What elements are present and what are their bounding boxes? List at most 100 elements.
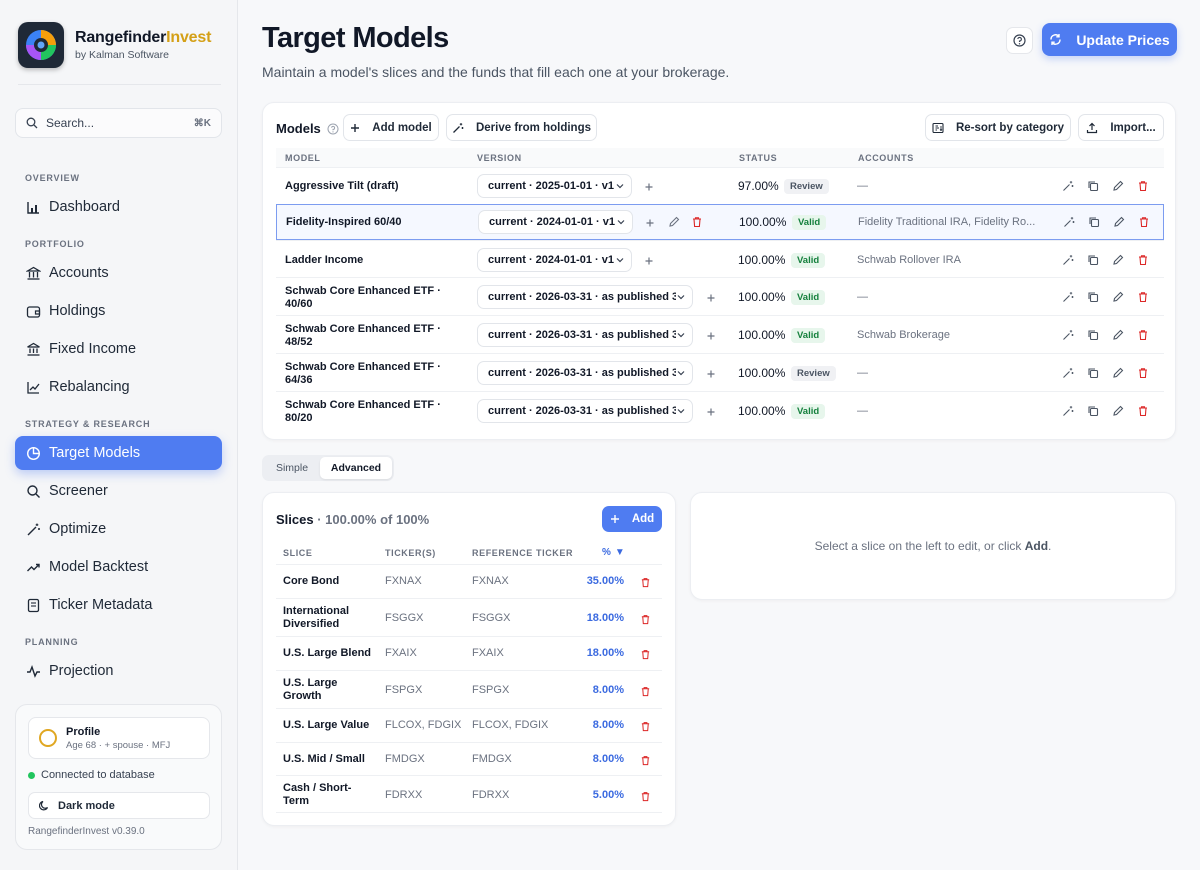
edit-icon[interactable] (1112, 367, 1124, 379)
dark-mode-button[interactable]: Dark mode (28, 792, 210, 819)
brand[interactable]: RangefinderInvest by Kalman Software (18, 22, 211, 68)
optimize-icon[interactable] (1062, 254, 1074, 266)
slice-reference: FXAIX (472, 647, 504, 659)
copy-icon[interactable] (1087, 329, 1099, 341)
sidebar-item-model-backtest[interactable]: Model Backtest (15, 550, 222, 584)
optimize-icon[interactable] (1062, 180, 1074, 192)
edit-icon[interactable] (1112, 405, 1124, 417)
help-button[interactable] (1006, 27, 1033, 54)
copy-icon[interactable] (1087, 367, 1099, 379)
slice-name: U.S. Large Growth (283, 677, 338, 702)
add-model-button[interactable]: Add model (343, 114, 439, 141)
add-version-icon[interactable] (705, 406, 717, 418)
model-row[interactable]: Schwab Core Enhanced ETF · 40/60 current… (276, 277, 1164, 315)
slice-row[interactable]: U.S. Mid / Small FMDGX FMDGX 8.00% (276, 742, 662, 775)
delete-icon[interactable] (640, 647, 651, 665)
delete-icon[interactable] (640, 684, 651, 702)
sidebar-item-optimize[interactable]: Optimize (15, 512, 222, 546)
help-icon (1013, 34, 1026, 47)
profile-button[interactable]: Profile Age 68 · + spouse · MFJ (28, 717, 210, 759)
sidebar-item-dashboard[interactable]: Dashboard (15, 190, 222, 224)
add-version-icon[interactable] (644, 217, 656, 229)
edit-icon[interactable] (1112, 329, 1124, 341)
copy-icon[interactable] (1087, 291, 1099, 303)
app-version: RangefinderInvest v0.39.0 (28, 826, 145, 837)
sidebar-item-holdings[interactable]: Holdings (15, 294, 222, 328)
delete-icon[interactable] (640, 719, 651, 737)
update-prices-button[interactable]: Update Prices (1042, 23, 1177, 56)
sidebar-item-label: Holdings (49, 303, 106, 319)
version-select[interactable]: current · 2026-03-31 · as published 3 (477, 285, 693, 309)
copy-icon[interactable] (1087, 180, 1099, 192)
model-row[interactable]: Ladder Income current · 2024-01-01 · v1 … (276, 240, 1164, 277)
add-version-icon[interactable] (705, 368, 717, 380)
derive-from-holdings-button[interactable]: Derive from holdings (446, 114, 597, 141)
optimize-icon[interactable] (1062, 291, 1074, 303)
search-input[interactable]: Search... ⌘K (15, 108, 222, 138)
delete-icon[interactable] (1137, 254, 1149, 266)
edit-version-icon[interactable] (668, 216, 680, 228)
sidebar-item-accounts[interactable]: Accounts (15, 256, 222, 290)
sidebar-item-label: Fixed Income (49, 341, 137, 357)
add-version-icon[interactable] (643, 255, 655, 267)
delete-icon[interactable] (1138, 216, 1150, 228)
delete-icon[interactable] (1137, 291, 1149, 303)
slice-tickers: FMDGX (385, 753, 425, 765)
slice-row[interactable]: U.S. Large Growth FSPGX FSPGX 8.00% (276, 670, 662, 708)
slice-row[interactable]: Cash / Short-Term FDRXX FDRXX 5.00% (276, 775, 662, 813)
resort-by-category-button[interactable]: Re-sort by category (925, 114, 1071, 141)
version-select[interactable]: current · 2024-01-01 · v1 (478, 210, 633, 234)
model-row[interactable]: Schwab Core Enhanced ETF · 64/36 current… (276, 353, 1164, 391)
delete-icon[interactable] (1137, 329, 1149, 341)
version-select[interactable]: current · 2025-01-01 · v1 (477, 174, 632, 198)
tab-simple[interactable]: Simple (264, 457, 320, 479)
delete-icon[interactable] (640, 753, 651, 771)
slice-editor-card: Select a slice on the left to edit, or c… (690, 492, 1176, 600)
copy-icon[interactable] (1088, 216, 1100, 228)
version-select[interactable]: current · 2026-03-31 · as published 3 (477, 399, 693, 423)
version-select[interactable]: current · 2024-01-01 · v1 (477, 248, 632, 272)
optimize-icon[interactable] (1062, 405, 1074, 417)
edit-icon[interactable] (1112, 291, 1124, 303)
sidebar-item-fixed-income[interactable]: Fixed Income (15, 332, 222, 366)
delete-icon[interactable] (640, 575, 651, 593)
delete-icon[interactable] (1137, 367, 1149, 379)
delete-icon[interactable] (640, 612, 651, 630)
sidebar-item-rebalancing[interactable]: Rebalancing (15, 370, 222, 404)
copy-icon[interactable] (1087, 254, 1099, 266)
add-slice-button[interactable]: Add (602, 506, 662, 532)
add-version-icon[interactable] (643, 181, 655, 193)
slice-row[interactable]: U.S. Large Value FLCOX, FDGIX FLCOX, FDG… (276, 708, 662, 742)
delete-icon[interactable] (1137, 180, 1149, 192)
optimize-icon[interactable] (1063, 216, 1075, 228)
col-percent-sort[interactable]: % ▼ (602, 547, 625, 558)
delete-version-icon[interactable] (691, 216, 703, 228)
sidebar-item-target-models[interactable]: Target Models (15, 436, 222, 470)
model-row[interactable]: Schwab Core Enhanced ETF · 80/20 current… (276, 391, 1164, 429)
version-select[interactable]: current · 2026-03-31 · as published 3 (477, 361, 693, 385)
model-accounts: — (857, 367, 868, 379)
version-select[interactable]: current · 2026-03-31 · as published 3 (477, 323, 693, 347)
sidebar-item-ticker-metadata[interactable]: Ticker Metadata (15, 588, 222, 622)
slice-row[interactable]: Core Bond FXNAX FXNAX 35.00% (276, 564, 662, 598)
model-row-selected[interactable]: Fidelity-Inspired 60/40 current · 2024-0… (276, 204, 1164, 240)
tab-advanced[interactable]: Advanced (320, 457, 392, 479)
sidebar-item-screener[interactable]: Screener (15, 474, 222, 508)
edit-icon[interactable] (1112, 180, 1124, 192)
add-version-icon[interactable] (705, 292, 717, 304)
optimize-icon[interactable] (1062, 367, 1074, 379)
sidebar-item-projection[interactable]: Projection (15, 654, 222, 688)
add-version-icon[interactable] (705, 330, 717, 342)
copy-icon[interactable] (1087, 405, 1099, 417)
slice-row[interactable]: U.S. Large Blend FXAIX FXAIX 18.00% (276, 636, 662, 670)
model-row[interactable]: Aggressive Tilt (draft) current · 2025-0… (276, 167, 1164, 204)
edit-icon[interactable] (1113, 216, 1125, 228)
info-icon[interactable] (327, 123, 339, 135)
edit-icon[interactable] (1112, 254, 1124, 266)
delete-icon[interactable] (1137, 405, 1149, 417)
import-button[interactable]: Import... (1078, 114, 1164, 141)
optimize-icon[interactable] (1062, 329, 1074, 341)
slice-row[interactable]: International Diversified FSGGX FSGGX 18… (276, 598, 662, 636)
model-row[interactable]: Schwab Core Enhanced ETF · 48/52 current… (276, 315, 1164, 353)
delete-icon[interactable] (640, 789, 651, 807)
